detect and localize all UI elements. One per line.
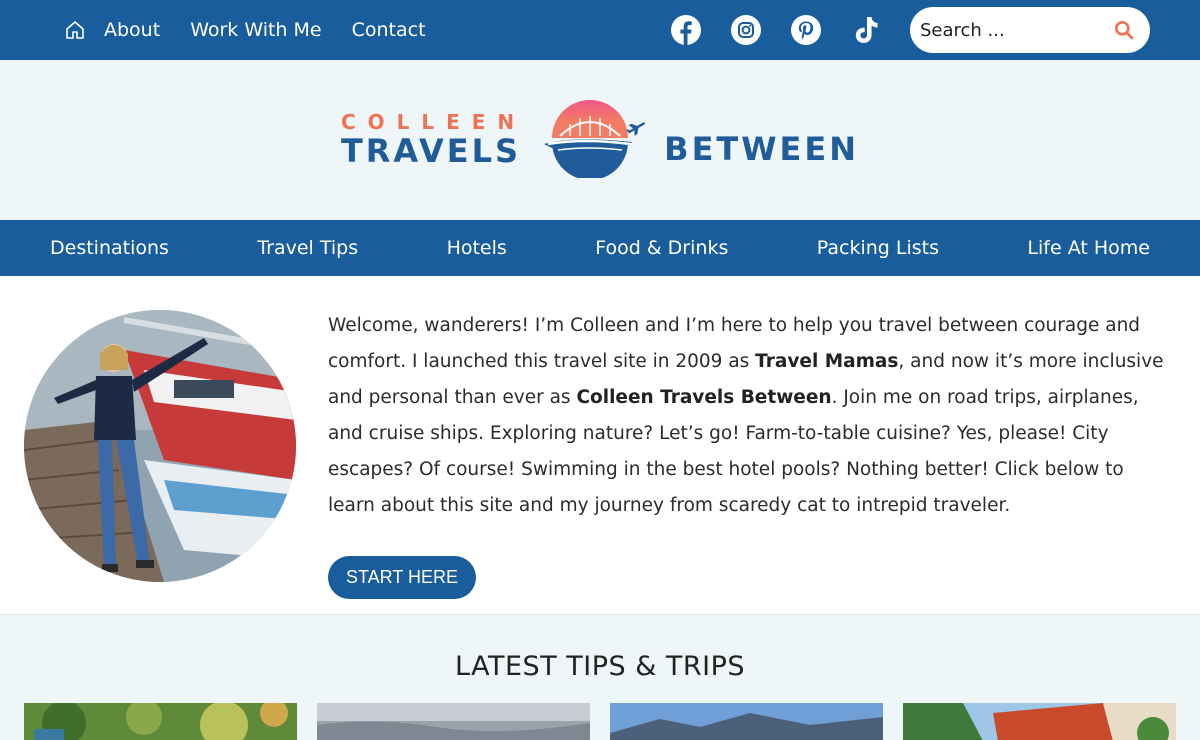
top-nav-about[interactable]: About [104,19,160,41]
latest-title: LATEST TIPS & TRIPS [454,651,746,682]
top-nav-work-with-me[interactable]: Work With Me [190,19,321,41]
latest-card-image[interactable] [610,703,883,740]
top-nav-contact[interactable]: Contact [352,19,426,41]
logo-line-colleen: COLLEEN [340,110,527,134]
logo-wordmark-left: COLLEEN TRAVELS [341,111,526,169]
author-photo [24,310,296,582]
nav-life-at-home[interactable]: Life At Home [1027,237,1150,259]
main-nav: Destinations Travel Tips Hotels Food & D… [0,220,1200,276]
logo-line-travels: TRAVELS [340,132,522,170]
site-logo[interactable]: COLLEEN TRAVELS BETWEEN [341,98,859,182]
home-icon[interactable] [64,19,86,41]
nav-food-drinks[interactable]: Food & Drinks [595,237,728,259]
intro-bold-travel-mamas: Travel Mamas [755,351,899,372]
logo-band: COLLEEN TRAVELS BETWEEN [0,60,1200,220]
pinterest-icon[interactable] [790,14,822,46]
facebook-icon[interactable] [670,14,702,46]
nav-travel-tips[interactable]: Travel Tips [257,237,358,259]
nav-hotels[interactable]: Hotels [447,237,507,259]
search-input[interactable] [920,19,1112,41]
search-icon[interactable] [1112,18,1136,42]
latest-card-image[interactable] [903,703,1176,740]
top-nav: About Work With Me Contact [64,19,456,41]
start-here-button[interactable]: START HERE [328,556,477,599]
social-links [670,7,1150,53]
top-bar: About Work With Me Contact [0,0,1200,60]
instagram-icon[interactable] [730,14,762,46]
intro-text: Welcome, wanderers! I’m Colleen and I’m … [328,308,1168,614]
search-box [910,7,1150,53]
latest-section: LATEST TIPS & TRIPS [0,614,1200,740]
latest-card-image[interactable] [24,703,297,740]
nav-packing-lists[interactable]: Packing Lists [817,237,939,259]
latest-cards [24,703,1176,740]
intro-paragraph: Welcome, wanderers! I’m Colleen and I’m … [328,308,1168,524]
intro-section: Welcome, wanderers! I’m Colleen and I’m … [0,276,1200,614]
logo-line-between: BETWEEN [664,130,860,168]
intro-bold-site-name: Colleen Travels Between [576,387,832,408]
latest-card-image[interactable] [317,703,590,740]
tiktok-icon[interactable] [850,14,882,46]
nav-destinations[interactable]: Destinations [50,237,169,259]
logo-bridge-plane-icon [544,98,654,182]
